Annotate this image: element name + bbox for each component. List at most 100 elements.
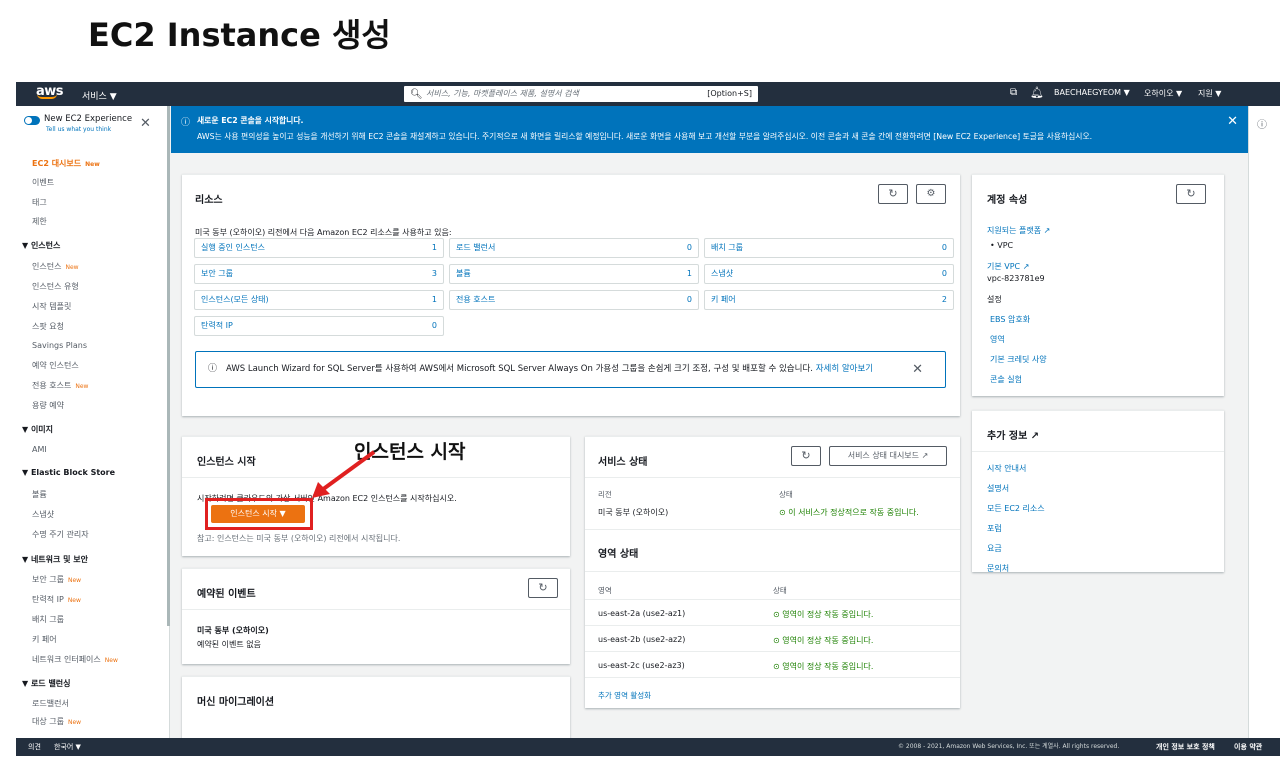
sidebar-item[interactable]: ▼ Elastic Block Store bbox=[22, 468, 115, 477]
sidebar-item[interactable]: 보안 그룹 New bbox=[32, 574, 81, 585]
new-badge: New bbox=[104, 657, 118, 664]
sidebar-item[interactable]: Savings Plans bbox=[32, 341, 87, 350]
sidebar-item[interactable]: AMI bbox=[32, 445, 47, 454]
resource-count: 0 bbox=[941, 269, 947, 278]
language-selector[interactable]: 한국어 ▼ bbox=[54, 738, 81, 756]
feedback-link[interactable]: 의견 bbox=[28, 738, 41, 756]
all-resources-link[interactable]: 모든 EC2 리소스 bbox=[987, 503, 1045, 514]
sidebar-item[interactable]: EC2 대시보드 New bbox=[32, 158, 100, 169]
sidebar-item[interactable]: 대상 그룹 New bbox=[32, 716, 81, 727]
resource-count: 1 bbox=[686, 269, 692, 278]
resource-cell[interactable]: 보안 그룹 3 bbox=[194, 264, 444, 284]
launch-instance-title: 인스턴스 시작 bbox=[197, 457, 256, 468]
resource-cell[interactable]: 인스턴스(모든 상태) 1 bbox=[194, 290, 444, 310]
new-experience-toggle[interactable] bbox=[24, 116, 40, 125]
settings-button[interactable]: ⚙ bbox=[916, 184, 946, 204]
sidebar-item-label: 전용 호스트 bbox=[32, 381, 72, 390]
sidebar-scrollbar[interactable] bbox=[167, 106, 170, 626]
learn-more-link[interactable]: 자세히 알아보기 bbox=[816, 364, 873, 374]
refresh-button[interactable]: ↻ bbox=[878, 184, 908, 204]
resource-link[interactable]: 실행 중인 인스턴스 bbox=[201, 243, 265, 252]
resource-link[interactable]: 탄력적 IP bbox=[201, 321, 233, 330]
default-vpc-link[interactable]: 기본 VPC ↗ bbox=[987, 261, 1029, 272]
resource-link[interactable]: 스냅샷 bbox=[711, 269, 733, 278]
sidebar-item[interactable]: 스냅샷 bbox=[32, 509, 54, 520]
supported-platforms-link[interactable]: 지원되는 플랫폼 ↗ bbox=[987, 225, 1050, 236]
scheduled-events-panel: 예약된 이벤트 ↻ 미국 동부 (오하이오) 예약된 이벤트 없음 bbox=[182, 568, 570, 664]
documentation-link[interactable]: 설명서 bbox=[987, 483, 1009, 494]
resource-cell[interactable]: 스냅샷 0 bbox=[704, 264, 954, 284]
services-menu[interactable]: 서비스 ▼ bbox=[82, 89, 117, 102]
resource-link[interactable]: 로드 밸런서 bbox=[456, 243, 495, 252]
enable-zones-link[interactable]: 추가 영역 활성화 bbox=[598, 690, 651, 701]
sidebar-item-label: 용량 예약 bbox=[32, 401, 64, 410]
refresh-button[interactable]: ↻ bbox=[528, 578, 558, 598]
getting-started-link[interactable]: 시작 안내서 bbox=[987, 463, 1026, 474]
sidebar-item-label: ▼ 로드 밸런싱 bbox=[22, 679, 71, 688]
sidebar-item[interactable]: 배치 그룹 bbox=[32, 614, 64, 625]
sidebar-item[interactable]: 용량 예약 bbox=[32, 400, 64, 411]
resource-cell[interactable]: 볼륨 1 bbox=[449, 264, 699, 284]
sidebar-item[interactable]: ▼ 이미지 bbox=[22, 424, 53, 435]
sidebar-item[interactable]: 인스턴스 유형 bbox=[32, 281, 79, 292]
sidebar-item[interactable]: 볼륨 bbox=[32, 489, 47, 500]
ebs-encryption-link[interactable]: EBS 암호화 bbox=[990, 314, 1030, 325]
aws-logo[interactable]: aws bbox=[36, 84, 64, 99]
forum-link[interactable]: 포럼 bbox=[987, 523, 1002, 534]
privacy-link[interactable]: 개인 정보 보호 정책 bbox=[1156, 738, 1215, 756]
refresh-button[interactable]: ↻ bbox=[1176, 184, 1206, 204]
sidebar-item[interactable]: 키 페어 bbox=[32, 634, 57, 645]
sidebar-item[interactable]: 네트워크 인터페이스 New bbox=[32, 654, 118, 665]
sidebar-item[interactable]: 전용 호스트 New bbox=[32, 380, 88, 391]
sidebar-item[interactable]: 수명 주기 관리자 bbox=[32, 529, 89, 540]
resource-link[interactable]: 전용 호스트 bbox=[456, 295, 495, 304]
user-menu[interactable]: BAECHAEGYEOM ▼ bbox=[1054, 88, 1130, 97]
resource-link[interactable]: 키 페어 bbox=[711, 295, 736, 304]
console-experiments-link[interactable]: 콘솔 실험 bbox=[990, 374, 1022, 385]
new-badge: New bbox=[75, 383, 89, 390]
zones-link[interactable]: 영역 bbox=[990, 334, 1005, 345]
sidebar-item[interactable]: 태그 bbox=[32, 197, 47, 208]
resource-cell[interactable]: 배치 그룹 0 bbox=[704, 238, 954, 258]
sidebar-item[interactable]: 탄력적 IP New bbox=[32, 594, 81, 605]
sidebar-item[interactable]: 시작 템플릿 bbox=[32, 301, 71, 312]
sidebar-item[interactable]: 제한 bbox=[32, 216, 47, 227]
resource-cell[interactable]: 키 페어 2 bbox=[704, 290, 954, 310]
sidebar-item[interactable]: 로드밸런서 bbox=[32, 698, 69, 709]
help-info-icon[interactable]: ⓘ bbox=[1257, 116, 1267, 131]
resource-cell[interactable]: 탄력적 IP 0 bbox=[194, 316, 444, 336]
sidebar-item[interactable]: ▼ 로드 밸런싱 bbox=[22, 678, 71, 689]
experience-title: New EC2 Experience bbox=[44, 114, 133, 124]
resource-link[interactable]: 배치 그룹 bbox=[711, 243, 743, 252]
cloudshell-icon[interactable]: ⧉ bbox=[1010, 87, 1017, 98]
sidebar-item[interactable]: 인스턴스 New bbox=[32, 261, 79, 272]
resource-link[interactable]: 인스턴스(모든 상태) bbox=[201, 295, 269, 304]
resource-cell[interactable]: 로드 밸런서 0 bbox=[449, 238, 699, 258]
close-icon[interactable]: ✕ bbox=[140, 116, 151, 131]
experience-feedback-link[interactable]: Tell us what you think bbox=[46, 126, 111, 133]
sidebar-item[interactable]: ▼ 네트워크 및 보안 bbox=[22, 554, 88, 565]
sidebar-item[interactable]: 스팟 요청 bbox=[32, 321, 64, 332]
support-menu[interactable]: 지원 ▼ bbox=[1198, 88, 1221, 99]
resource-link[interactable]: 볼륨 bbox=[456, 269, 471, 278]
pricing-link[interactable]: 요금 bbox=[987, 543, 1002, 554]
sidebar-item[interactable]: ▼ 인스턴스 bbox=[22, 240, 60, 251]
sidebar-item[interactable]: 이벤트 bbox=[32, 177, 54, 188]
sidebar-item[interactable]: 예약 인스턴스 bbox=[32, 360, 79, 371]
region-menu[interactable]: 오하이오 ▼ bbox=[1144, 88, 1182, 99]
default-credit-link[interactable]: 기본 크레딧 사양 bbox=[990, 354, 1047, 365]
banner-close-icon[interactable]: ✕ bbox=[1227, 114, 1238, 129]
search-input[interactable]: 🔍︎ 서비스, 기능, 마켓플레이스 제품, 설명서 검색 [Option+S] bbox=[404, 86, 758, 102]
resource-link[interactable]: 보안 그룹 bbox=[201, 269, 233, 278]
platform-item: • VPC bbox=[990, 241, 1014, 250]
resource-cell[interactable]: 전용 호스트 0 bbox=[449, 290, 699, 310]
refresh-button[interactable]: ↻ bbox=[791, 446, 821, 466]
terms-link[interactable]: 이용 약관 bbox=[1234, 738, 1262, 756]
resource-count: 1 bbox=[431, 295, 437, 304]
contact-link[interactable]: 문의처 bbox=[987, 563, 1009, 574]
close-icon[interactable]: ✕ bbox=[912, 352, 923, 387]
bell-icon[interactable]: 🔔︎ bbox=[1030, 86, 1044, 99]
service-health-dashboard-button[interactable]: 서비스 상태 대시보드 ↗ bbox=[829, 446, 947, 466]
table-row-divider bbox=[585, 677, 960, 678]
resource-cell[interactable]: 실행 중인 인스턴스 1 bbox=[194, 238, 444, 258]
